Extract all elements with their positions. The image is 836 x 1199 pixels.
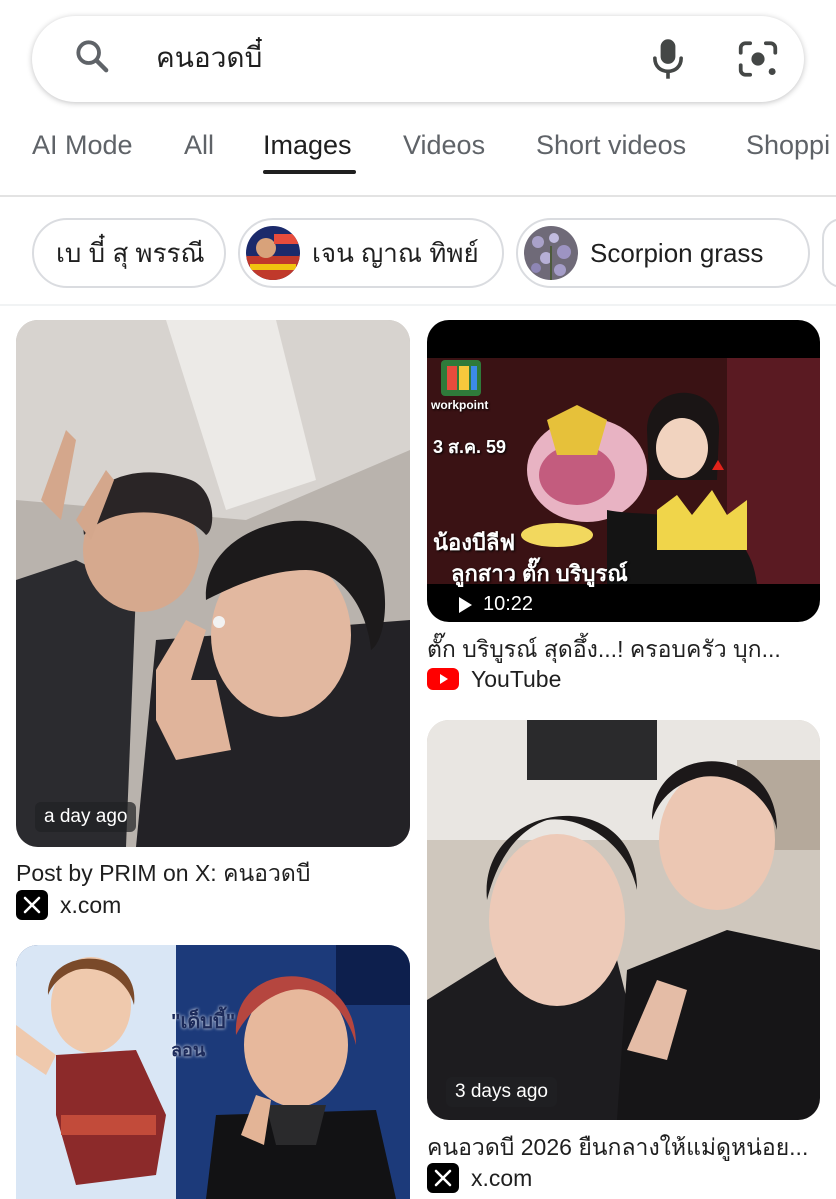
result-time-badge: a day ago — [35, 802, 137, 832]
photo-two-men-selfie — [16, 320, 410, 847]
chip-suggestion-3[interactable]: Scorpion grass — [516, 218, 810, 288]
lens-icon[interactable] — [736, 38, 780, 80]
chip-thumbnail — [246, 226, 300, 280]
tabs-divider — [0, 195, 836, 197]
active-tab-indicator — [263, 170, 356, 174]
tab-videos[interactable]: Videos — [403, 130, 485, 161]
suggestion-chips: เบ บี๋ สุ พรรณี เจน ญาณ ทิพย์ Scorpion g… — [0, 218, 836, 290]
overlay-date: 3 ส.ค. 59 — [433, 437, 507, 457]
result-image-1[interactable]: a day ago — [16, 320, 410, 847]
chip-suggestion-4[interactable] — [822, 218, 836, 288]
result-source-2[interactable]: YouTube — [427, 664, 561, 694]
overlay-text: "เด็บบี้" — [171, 1011, 236, 1033]
result-title-1[interactable]: Post by PRIM on X: คนอวดบี — [16, 856, 410, 892]
result-image-4[interactable]: "เด็บบี้" ลอน — [16, 945, 410, 1199]
video-duration: 10:22 — [457, 593, 533, 616]
tab-ai-mode[interactable]: AI Mode — [32, 130, 133, 161]
tab-all[interactable]: All — [184, 130, 214, 161]
source-name: x.com — [471, 1164, 533, 1191]
result-title-3[interactable]: คนอวดบี 2026 ยืนกลางให้แม่ดูหน่อย... — [427, 1130, 820, 1166]
microphone-icon[interactable] — [648, 36, 688, 82]
chip-thumbnail — [524, 226, 578, 280]
x-logo-icon — [427, 1163, 459, 1193]
youtube-logo-icon — [427, 664, 459, 694]
overlay-subtext: ลอน — [171, 1040, 206, 1060]
result-time-badge: 3 days ago — [446, 1077, 557, 1107]
overlay-caption-1: น้องบีลีฟ — [433, 530, 516, 555]
chips-divider — [0, 304, 836, 306]
chip-label: เบ บี๋ สุ พรรณี — [56, 237, 205, 268]
play-icon — [459, 596, 472, 613]
result-source-1[interactable]: x.com — [16, 890, 121, 920]
source-name: x.com — [60, 891, 122, 918]
tab-images[interactable]: Images — [263, 130, 352, 161]
photo-two-men-portrait — [427, 720, 820, 1120]
source-name: YouTube — [471, 665, 562, 692]
result-image-2[interactable]: workpoint 3 ส.ค. 59 น้องบีลีฟ ลูกสาว ตั๊… — [427, 320, 820, 622]
chip-label: เจน ญาณ ทิพย์ — [312, 237, 479, 268]
photo-tv-show-collage — [16, 945, 410, 1199]
result-source-3[interactable]: x.com — [427, 1163, 532, 1193]
result-image-3[interactable]: 3 days ago — [427, 720, 820, 1120]
x-logo-icon — [16, 890, 48, 920]
chip-suggestion-1[interactable]: เบ บี๋ สุ พรรณี — [32, 218, 226, 288]
tab-shopping[interactable]: Shoppi — [746, 130, 830, 161]
tab-short-videos[interactable]: Short videos — [536, 130, 686, 161]
result-title-2[interactable]: ตั๊ก บริบูรณ์ สุดอึ้ง...! ครอบครัว บุก..… — [427, 632, 820, 668]
overlay-brand: workpoint — [431, 398, 489, 412]
search-tabs: AI Mode All Images Videos Short videos S… — [0, 122, 836, 184]
overlay-caption-2: ลูกสาว ตั๊ก บริบูรณ์ — [451, 561, 628, 586]
search-icon[interactable] — [72, 36, 112, 76]
video-duration-text: 10:22 — [483, 593, 534, 615]
chip-suggestion-2[interactable]: เจน ญาณ ทิพย์ — [238, 218, 504, 288]
search-bar[interactable]: คนอวดบี๋ — [32, 16, 804, 102]
search-query[interactable]: คนอวดบี๋ — [156, 40, 262, 76]
chip-label: Scorpion grass — [590, 237, 764, 268]
